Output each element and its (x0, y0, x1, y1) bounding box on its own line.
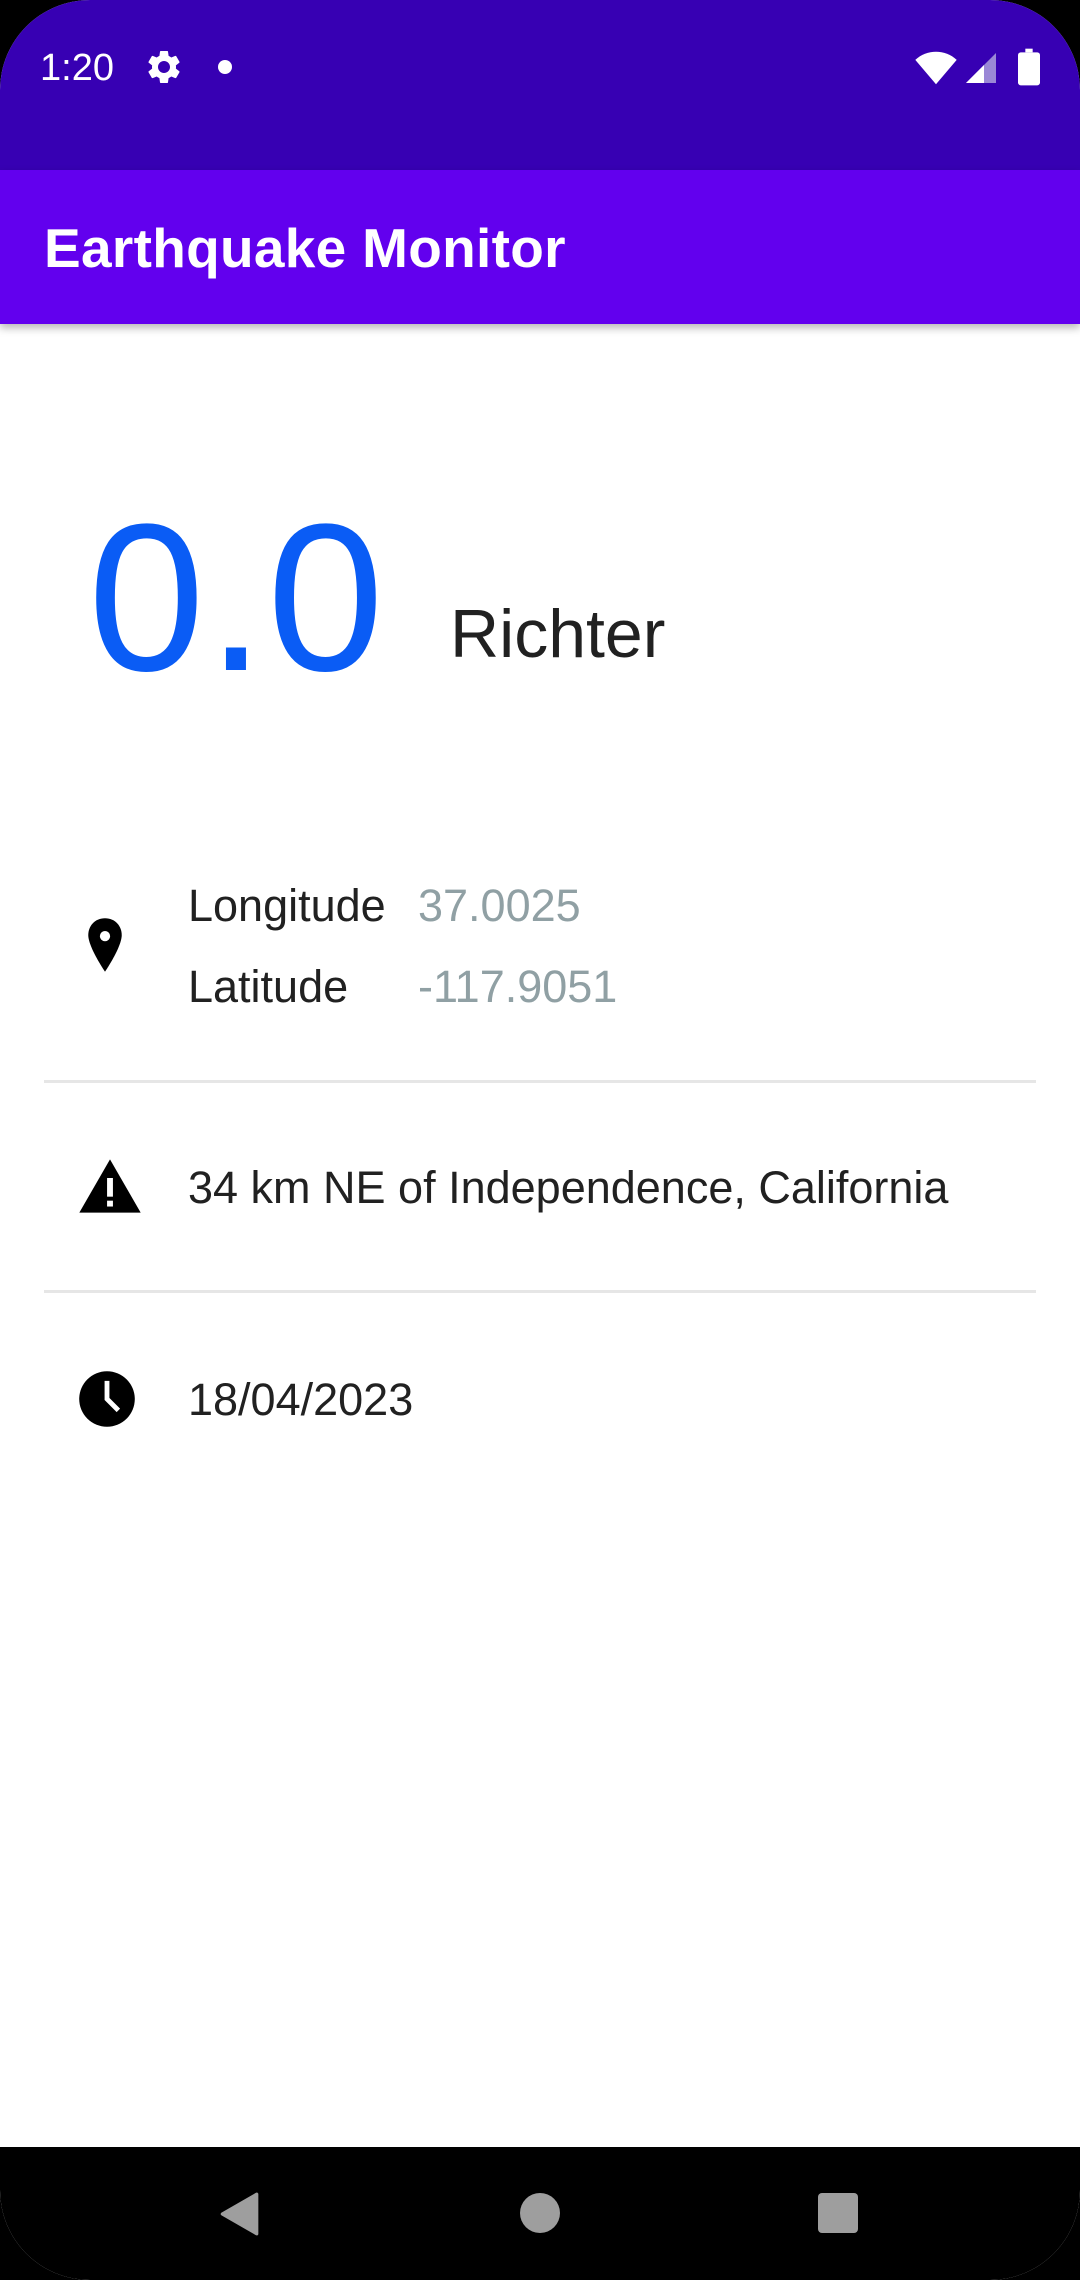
recents-icon[interactable] (818, 2193, 858, 2233)
longitude-label: Longitude (188, 880, 386, 931)
status-time: 1:20 (40, 47, 114, 89)
battery-icon (1018, 48, 1040, 86)
latitude-label: Latitude (188, 961, 349, 1012)
latitude-value: -117.9051 (418, 961, 618, 1012)
notification-dot-icon (218, 60, 232, 74)
wifi-icon (915, 51, 957, 85)
back-icon[interactable] (218, 2191, 260, 2237)
date-text: 18/04/2023 (188, 1374, 414, 1425)
app-bar: Earthquake Monitor (0, 170, 1080, 324)
magnitude-value: 0.0 (88, 480, 386, 715)
divider (44, 1290, 1036, 1293)
navigation-bar (0, 2147, 1080, 2280)
clock-icon (79, 1371, 135, 1427)
location-pin-icon (88, 918, 122, 972)
divider (44, 1080, 1036, 1083)
longitude-value: 37.0025 (418, 880, 581, 931)
signal-icon (966, 53, 996, 83)
app-title: Earthquake Monitor (44, 217, 566, 279)
magnitude-unit: Richter (450, 596, 666, 672)
gear-icon (148, 50, 180, 83)
warning-icon (79, 1159, 141, 1213)
earthquake-detail-screen: 1:20 Earthquake Monitor 0.0 Richter Long… (0, 0, 1080, 2280)
location-text: 34 km NE of Independence, California (188, 1162, 949, 1213)
home-icon[interactable] (520, 2193, 560, 2233)
status-bar: 1:20 (0, 0, 1080, 170)
